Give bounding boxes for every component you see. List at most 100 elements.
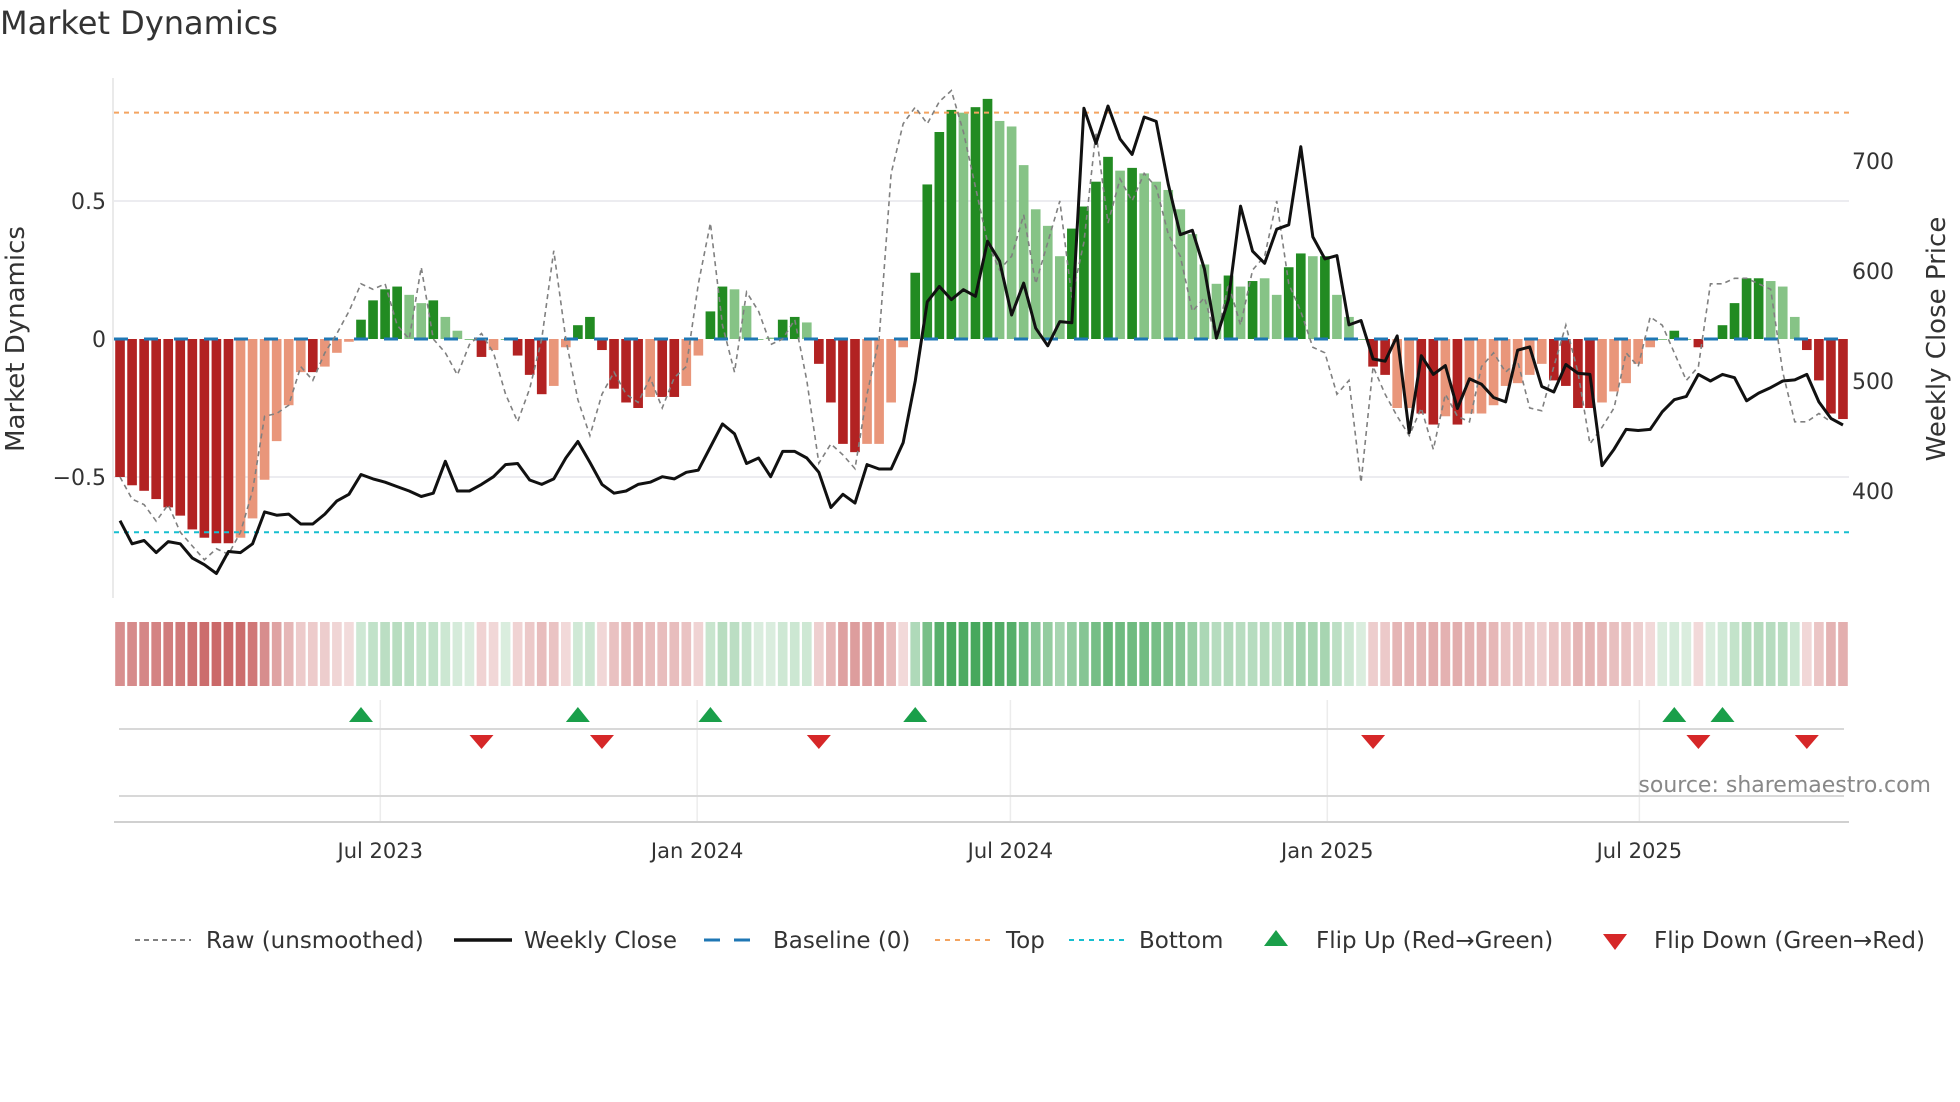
heat-strip-cell: [1235, 622, 1246, 686]
heat-strip-cell: [247, 622, 258, 686]
heat-strip-cell: [151, 622, 161, 686]
heat-strip-cell: [500, 622, 511, 686]
momentum-bar: [597, 339, 607, 351]
momentum-bar: [1717, 325, 1728, 339]
heat-strip-cell: [898, 622, 909, 686]
y-tick-label: −0.5: [53, 466, 106, 491]
heat-strip-cell: [886, 622, 896, 686]
legend-label: Top: [1005, 928, 1045, 954]
legend-label: Flip Down (Green→Red): [1654, 928, 1925, 954]
legend-item-flipdown: Flip Down (Green→Red): [1603, 928, 1925, 954]
heat-strip-cell: [1464, 622, 1475, 686]
flip-up-marker: [698, 707, 723, 722]
momentum-bar: [416, 303, 427, 339]
heat-strip-cell: [597, 622, 607, 686]
legend-item-close: Weekly Close: [454, 928, 677, 954]
momentum-bar: [1814, 339, 1824, 381]
momentum-bar: [585, 316, 595, 339]
momentum-bar: [1476, 339, 1487, 414]
momentum-bar: [524, 339, 535, 375]
heat-strip-cell: [380, 622, 390, 686]
momentum-bar: [729, 289, 740, 339]
momentum-bar: [476, 339, 487, 357]
heat-strip-cell: [1826, 622, 1836, 686]
flip-down-marker: [1686, 735, 1711, 749]
momentum-bar: [356, 319, 366, 339]
heat-strip-cell: [1621, 622, 1631, 686]
heat-strip-cell: [1777, 622, 1788, 686]
heat-strip-cell: [994, 622, 1005, 686]
flip-down-marker: [589, 735, 614, 749]
heat-strip-cell: [452, 622, 463, 686]
momentum-bar: [344, 339, 354, 342]
heat-strip-cell: [1151, 622, 1162, 686]
heat-strip-cell: [1753, 622, 1764, 686]
heat-strip-cell: [307, 622, 318, 686]
momentum-bar: [705, 311, 716, 339]
heat-strip-cell: [1018, 622, 1029, 686]
heat-strip-cell: [223, 622, 234, 686]
momentum-bar: [1597, 339, 1607, 403]
heat-strip-cell: [332, 622, 342, 686]
x-tick-label: Jan 2024: [649, 839, 744, 863]
momentum-bar: [1127, 167, 1137, 339]
heat-strip-cell: [1741, 622, 1752, 686]
momentum-bar: [826, 339, 836, 403]
x-tick-label: Jul 2025: [1595, 839, 1682, 863]
heat-strip-cell: [1006, 622, 1017, 686]
y-tick-label: 0: [92, 328, 106, 353]
heat-strip-cell: [1042, 622, 1053, 686]
momentum-bar: [512, 339, 523, 356]
heat-strip-cell: [1765, 622, 1776, 686]
momentum-bar: [1500, 339, 1511, 386]
heat-strip-cell: [476, 622, 487, 686]
heat-strip-cell: [524, 622, 535, 686]
heat-strip-cell: [657, 622, 668, 686]
heat-strip-cell: [1717, 622, 1728, 686]
heat-strip-cell: [1344, 622, 1354, 686]
heat-strip-cell: [1802, 622, 1812, 686]
flip-down-marker: [1794, 735, 1819, 749]
heat-strip-cell: [1428, 622, 1439, 686]
heat-strip-cell: [717, 622, 728, 686]
heat-strip-cell: [127, 622, 137, 686]
momentum-bar: [1163, 189, 1174, 339]
heat-strip-cell: [1452, 622, 1463, 686]
momentum-bar: [1621, 339, 1631, 384]
momentum-bar: [1464, 339, 1475, 414]
heat-strip-cell: [428, 622, 439, 686]
momentum-bar: [1018, 165, 1029, 339]
momentum-bar: [440, 316, 451, 339]
heat-strip-cell: [1332, 622, 1342, 686]
momentum-bar: [609, 339, 619, 389]
heat-strip-cell: [464, 622, 475, 686]
momentum-bar: [332, 339, 342, 353]
source-label: source: sharemaestro.com: [1638, 773, 1931, 798]
heat-strip-cell: [1524, 622, 1535, 686]
momentum-bar: [175, 339, 186, 516]
heat-strip-cell: [958, 622, 969, 686]
heat-strip-cell: [235, 622, 246, 686]
momentum-bar: [1789, 316, 1800, 339]
heat-strip-cell: [1657, 622, 1668, 686]
heat-strip-cell: [1476, 622, 1487, 686]
heat-strip-cell: [753, 622, 764, 686]
heat-strip-cell: [1548, 622, 1559, 686]
heat-strip-cell: [416, 622, 427, 686]
heat-strip-cell: [1561, 622, 1571, 686]
momentum-bar: [464, 339, 475, 340]
market-dynamics-chart: 0.5 0 −0.5 700 600 500 400 Market Dynamics Weekl…: [1, 78, 1952, 954]
heat-strip-cell: [1295, 622, 1306, 686]
momentum-bar: [1139, 173, 1149, 339]
flip-down-icon: [1603, 934, 1627, 950]
heat-strip-cell: [1187, 622, 1198, 686]
heat-strip-cell: [548, 622, 559, 686]
heat-strip-cell: [404, 622, 415, 686]
heat-strip-cell: [115, 622, 125, 686]
y2-tick-label: 400: [1852, 480, 1894, 505]
heat-strip-cell: [1115, 622, 1125, 686]
x-tick-label: Jan 2025: [1279, 839, 1374, 863]
heat-strip-cell: [1380, 622, 1390, 686]
momentum-bar: [1802, 339, 1812, 351]
heat-strip-cell: [199, 622, 210, 686]
